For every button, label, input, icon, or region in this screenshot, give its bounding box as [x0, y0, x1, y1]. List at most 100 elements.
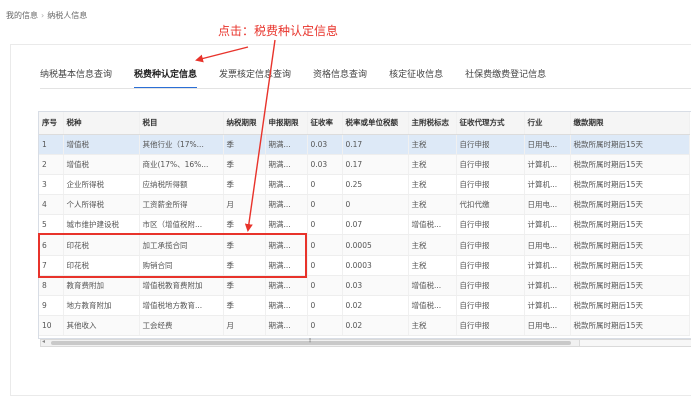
cell-payment-deadline: 税款所属时期后15天	[570, 315, 690, 337]
cell-industry: 计算机...	[524, 275, 571, 297]
cell-index: 2	[39, 154, 64, 175]
cell-payment-deadline: 税款所属时期后15天	[570, 214, 690, 236]
cell-tax-type: 个人所得税	[63, 194, 140, 216]
col-header-industry[interactable]: 行业	[524, 112, 571, 135]
cell-agent-method: 自行申报	[456, 255, 525, 276]
cell-levy-rate: 0	[307, 255, 343, 276]
cell-payment-deadline: 税款所属时期后15天	[570, 154, 690, 175]
tax-type-table: 序号 税种 税目 纳税期限 申报期限 征收率 税率或单位税额 主附税标志 征收代…	[38, 111, 691, 339]
cell-levy-rate: 0	[307, 214, 343, 236]
cell-main-sub-flag: 主税	[408, 315, 457, 337]
cell-filing-period: 期满...	[265, 134, 308, 155]
cell-tax-rate: 0.07	[342, 214, 409, 236]
col-header-agent-method[interactable]: 征收代理方式	[456, 112, 525, 135]
cell-filing-period: 期满...	[265, 275, 308, 297]
table-row[interactable]: 8 教育费附加 增值税教育费附加季期满... 0 0.03 增值税... 自行申报 计算机..…	[39, 275, 690, 297]
scroll-left-icon[interactable]: ◂	[42, 338, 45, 345]
cell-tax-item: 增值税教育费附加	[139, 275, 224, 297]
cell-tax-period: 月	[223, 194, 266, 216]
cell-payment-deadline: 税款所属时期后15天	[570, 234, 690, 256]
cell-index: 4	[39, 194, 64, 216]
cell-agent-method: 自行申报	[456, 315, 525, 337]
cell-tax-type: 其他收入	[63, 315, 140, 337]
cell-industry: 计算机...	[524, 174, 571, 196]
cell-levy-rate: 0	[307, 194, 343, 216]
cell-agent-method: 自行申报	[456, 295, 525, 317]
cell-agent-method: 自行申报	[456, 174, 525, 196]
cell-tax-item: 市区（增值税附...	[139, 214, 224, 236]
cell-index: 10	[39, 315, 64, 337]
cell-levy-rate: 0	[307, 315, 343, 337]
cell-tax-rate: 0.17	[342, 154, 409, 175]
cell-index: 9	[39, 295, 64, 317]
cell-filing-period: 期满...	[265, 295, 308, 317]
cell-levy-rate: 0	[307, 275, 343, 297]
table-row[interactable]: 4 个人所得税 工资薪金所得月期满... 0 0 主税 代扣代缴 日用电... 税款所属时期后1…	[39, 194, 690, 216]
tab-basic-info-query[interactable]: 纳税基本信息查询	[40, 67, 112, 89]
cell-tax-rate: 0.25	[342, 174, 409, 196]
cell-filing-period: 期满...	[265, 315, 308, 337]
callout-annotation: 点击：税费种认定信息	[218, 24, 339, 38]
col-header-payment-deadline[interactable]: 缴款期限	[570, 112, 690, 135]
cell-industry: 日用电...	[524, 134, 571, 155]
col-header-tax-rate[interactable]: 税率或单位税额	[342, 112, 409, 135]
col-header-index[interactable]: 序号	[39, 112, 64, 135]
cell-index: 8	[39, 275, 64, 297]
cell-levy-rate: 0.03	[307, 154, 343, 175]
cell-tax-type: 教育费附加	[63, 275, 140, 297]
cell-main-sub-flag: 增值税...	[408, 275, 457, 297]
cell-main-sub-flag: 主税	[408, 234, 457, 256]
col-header-tax-item[interactable]: 税目	[139, 112, 224, 135]
breadcrumb-current: 纳税人信息	[47, 11, 88, 20]
scrollbar-thumb[interactable]	[51, 341, 571, 345]
cell-industry: 计算机...	[524, 255, 571, 276]
cell-tax-item: 工会经费	[139, 315, 224, 337]
breadcrumb-root[interactable]: 我的信息	[6, 10, 38, 21]
col-header-tax-type[interactable]: 税种	[63, 112, 140, 135]
cell-agent-method: 自行申报	[456, 275, 525, 297]
tab-qualification-query[interactable]: 资格信息查询	[313, 67, 367, 89]
cell-index: 1	[39, 134, 64, 155]
horizontal-scrollbar[interactable]: ◂ ⦙⦙⦙	[40, 337, 580, 347]
table-row[interactable]: 9 地方教育附加 增值税地方教育... 季期满... 0 0.02 增值税... 自行申报 计算…	[39, 295, 690, 317]
col-header-filing-period[interactable]: 申报期限	[265, 112, 308, 135]
cell-payment-deadline: 税款所属时期后15天	[570, 134, 690, 155]
table-row[interactable]: 5 城市维护建设税 市区（增值税附... 季期满... 0 0.07 增值税... 自行申报计…	[39, 214, 690, 236]
cell-industry: 计算机...	[524, 295, 571, 317]
tab-bar: 纳税基本信息查询 税费种认定信息 发票核定信息查询 资格信息查询 核定征收信息 …	[40, 67, 691, 89]
cell-industry: 计算机...	[524, 154, 571, 175]
tab-social-security-registration[interactable]: 社保费缴费登记信息	[465, 67, 546, 89]
col-header-levy-rate[interactable]: 征收率	[307, 112, 343, 135]
cell-agent-method: 自行申报	[456, 214, 525, 236]
table-row[interactable]: 3 企业所得税 应纳税所得额季期满... 0 0.25 主税 自行申报 计算机... 税款所属时…	[39, 174, 690, 196]
tab-invoice-approval-query[interactable]: 发票核定信息查询	[219, 67, 291, 89]
cell-main-sub-flag: 主税	[408, 174, 457, 196]
cell-tax-type: 企业所得税	[63, 174, 140, 196]
col-header-main-sub-flag[interactable]: 主附税标志	[408, 112, 457, 135]
cell-tax-rate: 0.0005	[342, 234, 409, 256]
cell-main-sub-flag: 主税	[408, 154, 457, 175]
tab-assessed-collection[interactable]: 核定征收信息	[389, 67, 443, 89]
table-row[interactable]: 1 增值税 其他行业（17%... 季期满... 0.03 0.17 主税 自行申报 日用电..…	[39, 134, 690, 155]
cell-levy-rate: 0	[307, 174, 343, 196]
cell-tax-period: 季	[223, 154, 266, 175]
col-header-tax-period[interactable]: 纳税期限	[223, 112, 266, 135]
cell-filing-period: 期满...	[265, 154, 308, 175]
cell-index: 3	[39, 174, 64, 196]
cell-tax-rate: 0.03	[342, 275, 409, 297]
cell-tax-type: 城市维护建设税	[63, 214, 140, 236]
cell-payment-deadline: 税款所属时期后15天	[570, 275, 690, 297]
cell-tax-item: 其他行业（17%...	[139, 134, 224, 155]
cell-main-sub-flag: 增值税...	[408, 214, 457, 236]
cell-tax-rate: 0.02	[342, 295, 409, 317]
tab-divider	[40, 88, 691, 89]
cell-levy-rate: 0	[307, 295, 343, 317]
cell-tax-period: 季	[223, 275, 266, 297]
scrollbar-track	[580, 339, 691, 347]
table-header-row: 序号 税种 税目 纳税期限 申报期限 征收率 税率或单位税额 主附税标志 征收代…	[39, 112, 690, 135]
cell-main-sub-flag: 主税	[408, 194, 457, 216]
table-row[interactable]: 10 其他收入 工会经费月期满... 0 0.02 主税 自行申报 日用电... 税款所属时期后…	[39, 315, 690, 337]
tab-tax-type-recognition[interactable]: 税费种认定信息	[134, 67, 198, 89]
table-row[interactable]: 2 增值税 商业(17%、16%... 季期满... 0.03 0.17 主税 自行申报 计算机…	[39, 154, 690, 175]
cell-tax-rate: 0.02	[342, 315, 409, 337]
